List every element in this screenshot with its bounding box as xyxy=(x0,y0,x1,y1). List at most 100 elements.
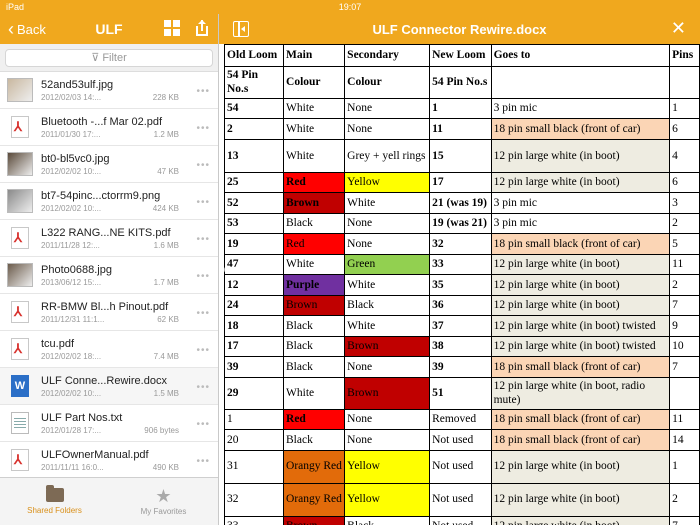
tab-shared-folders[interactable]: Shared Folders xyxy=(0,478,109,525)
file-info: L322 RANG...NE KITS.pdf 2011/11/28 12:...… xyxy=(41,227,218,250)
file-size: 1.2 MB xyxy=(153,129,179,139)
more-options-icon[interactable]: ••• xyxy=(196,86,210,97)
file-date: 2012/02/02 10:... xyxy=(41,166,102,176)
file-name: bt0-bl5vc0.jpg xyxy=(41,152,110,165)
file-item[interactable]: bt0-bl5vc0.jpg 2012/02/02 10:... 47 KB ••• xyxy=(0,146,218,183)
file-date: 2011/11/11 16:0... xyxy=(41,462,104,472)
file-item[interactable]: Photo0688.jpg 2013/06/12 15:... 1.7 MB ••• xyxy=(0,257,218,294)
file-item[interactable]: ⅄ L322 RANG...NE KITS.pdf 2011/11/28 12:..… xyxy=(0,220,218,257)
tab-label: Shared Folders xyxy=(27,506,82,515)
file-info: bt7-54pinc...ctorrm9.png 2012/02/02 10:..… xyxy=(41,190,218,213)
file-browser-panel: ‹ Back ULF ⊽ Filter 52and53ulf.jpg 2012/0… xyxy=(0,14,219,525)
file-size: 228 KB xyxy=(152,92,179,102)
file-meta: 2012/01/28 17:... 906 bytes xyxy=(41,426,179,435)
file-meta: 2011/11/11 16:0... 490 KB xyxy=(41,463,179,472)
folder-icon xyxy=(45,485,64,502)
file-meta: 2013/06/12 15:... 1.7 MB xyxy=(41,278,179,287)
file-meta: 2011/12/31 11:1... 62 KB xyxy=(41,315,179,324)
file-list: 52and53ulf.jpg 2012/02/03 14:... 228 KB •••… xyxy=(0,72,218,477)
file-date: 2011/01/30 17:... xyxy=(41,129,101,139)
status-bar: iPad 19:07 80% xyxy=(0,0,700,275)
file-info: Photo0688.jpg 2013/06/12 15:... 1.7 MB xyxy=(41,264,218,287)
file-info: ULF Part Nos.txt 2012/01/28 17:... 906 byt… xyxy=(41,412,218,435)
file-date: 2012/02/02 18:... xyxy=(41,351,102,361)
more-options-icon[interactable]: ••• xyxy=(196,271,210,282)
image-thumbnail xyxy=(6,261,34,289)
pdf-file-icon: ⅄ xyxy=(6,113,34,141)
file-size: 490 KB xyxy=(152,462,179,472)
file-name: Photo0688.jpg xyxy=(41,263,112,276)
back-button[interactable]: ‹ Back xyxy=(0,20,46,38)
more-options-icon[interactable]: ••• xyxy=(196,382,210,393)
pdf-file-icon: ⅄ xyxy=(6,224,34,252)
battery-percent: 80% xyxy=(219,264,238,275)
file-name: RR-BMW Bl...h Pinout.pdf xyxy=(41,300,169,313)
more-options-icon[interactable]: ••• xyxy=(196,123,210,134)
pdf-file-icon: ⅄ xyxy=(6,298,34,326)
view-mode-icon[interactable] xyxy=(164,20,180,36)
battery-icon xyxy=(240,266,257,273)
file-date: 2012/01/28 17:... xyxy=(41,425,102,435)
tab-bar: Shared Folders ★ My Favorites xyxy=(0,477,218,525)
filter-placeholder: Filter xyxy=(102,52,127,64)
file-meta: 2012/02/02 18:... 7.4 MB xyxy=(41,352,179,361)
file-name: L322 RANG...NE KITS.pdf xyxy=(41,226,171,239)
filter-input[interactable]: ⊽ Filter xyxy=(5,49,213,67)
more-options-icon[interactable]: ••• xyxy=(196,345,210,356)
file-item[interactable]: 52and53ulf.jpg 2012/02/03 14:... 228 KB ••• xyxy=(0,72,218,109)
more-options-icon[interactable]: ••• xyxy=(196,456,210,467)
file-info: Bluetooth -...f Mar 02.pdf 2011/01/30 17:… xyxy=(41,116,218,139)
file-size: 7.4 MB xyxy=(153,351,179,361)
file-name: ULF Part Nos.txt xyxy=(41,411,123,424)
file-date: 2012/02/02 10:... xyxy=(41,203,102,213)
file-size: 47 KB xyxy=(157,166,179,176)
file-info: tcu.pdf 2012/02/02 18:... 7.4 MB xyxy=(41,338,218,361)
file-date: 2013/06/12 15:... xyxy=(41,277,102,287)
file-item[interactable]: ⅄ ULFOwnerManual.pdf 2011/11/11 16:0... 490… xyxy=(0,442,218,477)
chevron-left-icon: ‹ xyxy=(8,19,14,39)
word-file-icon: W xyxy=(6,372,34,400)
tab-my-favorites[interactable]: ★ My Favorites xyxy=(109,478,218,525)
pdf-file-icon: ⅄ xyxy=(6,446,34,474)
file-item[interactable]: ⅄ tcu.pdf 2012/02/02 18:... 7.4 MB ••• xyxy=(0,331,218,368)
file-meta: 2012/02/02 10:... 47 KB xyxy=(41,167,179,176)
image-thumbnail xyxy=(6,187,34,215)
file-size: 906 bytes xyxy=(144,425,179,435)
more-options-icon[interactable]: ••• xyxy=(196,419,210,430)
file-item[interactable]: ⅄ Bluetooth -...f Mar 02.pdf 2011/01/30 17… xyxy=(0,109,218,146)
pdf-file-icon: ⅄ xyxy=(6,335,34,363)
file-meta: 2012/02/02 10:... 1.5 MB xyxy=(41,389,179,398)
filter-icon: ⊽ xyxy=(91,52,103,64)
more-options-icon[interactable]: ••• xyxy=(196,308,210,319)
file-item[interactable]: ULF Part Nos.txt 2012/01/28 17:... 906 byt… xyxy=(0,405,218,442)
navbar-actions xyxy=(164,20,210,37)
file-name: ULF Conne...Rewire.docx xyxy=(41,374,167,387)
file-size: 424 KB xyxy=(152,203,179,213)
file-date: 2011/12/31 11:1... xyxy=(41,314,105,324)
more-options-icon[interactable]: ••• xyxy=(196,234,210,245)
file-item[interactable]: ⅄ RR-BMW Bl...h Pinout.pdf 2011/12/31 11:1… xyxy=(0,294,218,331)
file-item[interactable]: bt7-54pinc...ctorrm9.png 2012/02/02 10:..… xyxy=(0,183,218,220)
battery-status: 80% xyxy=(219,14,700,525)
file-name: ULFOwnerManual.pdf xyxy=(41,448,149,461)
file-size: 1.6 MB xyxy=(153,240,179,250)
file-item[interactable]: W ULF Conne...Rewire.docx 2012/02/02 10:..… xyxy=(0,368,218,405)
file-size: 1.7 MB xyxy=(153,277,179,287)
share-icon[interactable] xyxy=(194,20,210,37)
filter-bar: ⊽ Filter xyxy=(0,44,218,72)
file-info: ULF Conne...Rewire.docx 2012/02/02 10:...… xyxy=(41,375,218,398)
file-meta: 2012/02/02 10:... 424 KB xyxy=(41,204,179,213)
more-options-icon[interactable]: ••• xyxy=(196,160,210,171)
file-info: 52and53ulf.jpg 2012/02/03 14:... 228 KB xyxy=(41,79,218,102)
file-date: 2012/02/03 14:... xyxy=(41,92,102,102)
file-info: RR-BMW Bl...h Pinout.pdf 2011/12/31 11:1.… xyxy=(41,301,218,324)
carrier-label: iPad xyxy=(6,2,25,12)
tab-label: My Favorites xyxy=(140,507,187,516)
back-label: Back xyxy=(17,21,46,37)
text-file-icon xyxy=(6,409,34,437)
file-info: bt0-bl5vc0.jpg 2012/02/02 10:... 47 KB xyxy=(41,153,218,176)
file-meta: 2012/02/03 14:... 228 KB xyxy=(41,93,179,102)
file-info: ULFOwnerManual.pdf 2011/11/11 16:0... 490 … xyxy=(41,449,218,472)
file-meta: 2011/11/28 12:... 1.6 MB xyxy=(41,241,179,250)
more-options-icon[interactable]: ••• xyxy=(196,197,210,208)
